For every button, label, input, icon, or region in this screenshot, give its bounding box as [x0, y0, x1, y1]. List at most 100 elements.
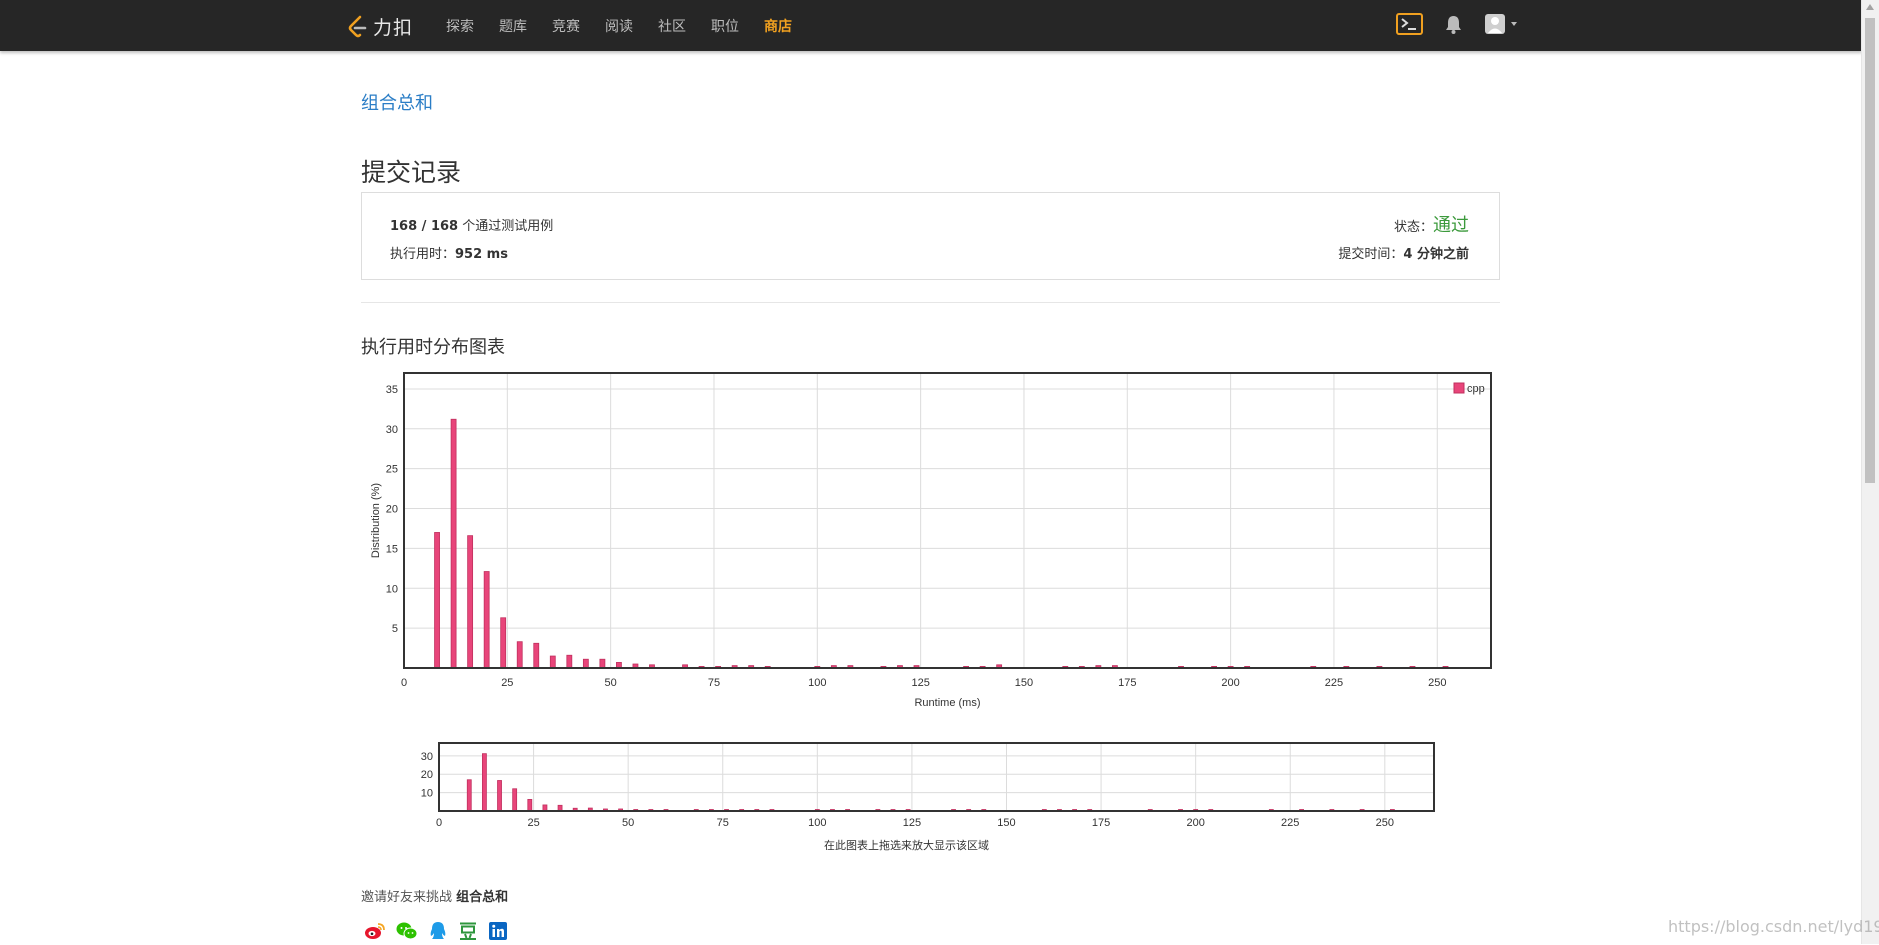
runtime-result: 执行用时：952 ms — [390, 243, 508, 262]
main-bar-36 — [549, 655, 556, 669]
mini-x-tick-200: 200 — [1186, 817, 1204, 829]
main-x-tick-200: 200 — [1221, 677, 1239, 689]
main-y-tick-30: 30 — [386, 424, 398, 436]
page-scrollbar[interactable] — [1861, 0, 1879, 944]
main-chart-x-ticks: 0 25 50 75 100 125 150 175 200 225 250 — [401, 677, 1447, 689]
scroll-thumb[interactable] — [1865, 18, 1875, 483]
main-chart-x-axis-label: Runtime (ms) — [914, 697, 980, 709]
notification-bell-icon[interactable] — [1445, 15, 1462, 34]
main-y-tick-15: 15 — [386, 543, 398, 555]
mini-y-tick-30: 30 — [421, 751, 433, 763]
mini-chart-y-ticks: 10 20 30 — [421, 751, 433, 800]
nav-right — [1396, 13, 1542, 35]
mini-bar-12 — [481, 753, 487, 812]
mini-x-tick-0: 0 — [436, 817, 442, 829]
main-x-tick-225: 225 — [1325, 677, 1343, 689]
main-x-tick-250: 250 — [1428, 677, 1446, 689]
testcase-result: 168 / 168 个通过测试用例 — [390, 215, 553, 234]
main-bar-8 — [434, 532, 440, 669]
main-bar-16 — [467, 535, 474, 669]
main-x-tick-75: 75 — [708, 677, 720, 689]
watermark: https://blog.csdn.net/lyd1995 — [1668, 917, 1879, 936]
main-bar-28 — [516, 641, 523, 669]
main-chart-y-axis-label: Distribution (%) — [370, 483, 382, 558]
main-x-tick-25: 25 — [501, 677, 513, 689]
submit-time-label: 提交时间： — [1338, 247, 1404, 262]
leetcode-logo[interactable]: 力扣 — [347, 13, 413, 40]
nav-jobs[interactable]: 职位 — [711, 16, 739, 36]
count-separator: / — [417, 219, 431, 234]
section-divider — [361, 302, 1500, 303]
passed-count: 168 — [390, 219, 418, 234]
nav-contest[interactable]: 竞赛 — [552, 16, 580, 36]
main-chart-bars — [434, 418, 1449, 669]
user-avatar-icon[interactable] — [1484, 13, 1520, 35]
submit-time: 提交时间：4 分钟之前 — [1338, 243, 1469, 262]
mini-chart-zoom-hint: 在此图表上拖选来放大显示该区域 — [824, 838, 989, 852]
mini-chart-bars — [466, 753, 1395, 812]
nav-community[interactable]: 社区 — [658, 16, 686, 36]
mini-bar-20 — [512, 788, 518, 812]
mini-x-tick-75: 75 — [717, 817, 729, 829]
legend-swatch-cpp — [1453, 382, 1465, 394]
mini-x-tick-150: 150 — [997, 817, 1015, 829]
nav-problems[interactable]: 题库 — [499, 16, 527, 36]
main-bar-44 — [582, 658, 589, 669]
scroll-up-icon[interactable] — [1866, 4, 1874, 10]
mini-bar-24 — [527, 799, 533, 812]
mini-y-tick-10: 10 — [421, 788, 433, 800]
invite-text: 邀请好友来挑战 组合总和 — [361, 886, 508, 905]
main-bar-12 — [450, 418, 457, 669]
main-y-tick-5: 5 — [392, 623, 398, 635]
main-bar-48 — [599, 658, 606, 669]
main-y-tick-20: 20 — [386, 504, 398, 516]
linkedin-icon[interactable] — [488, 921, 508, 945]
main-x-tick-150: 150 — [1015, 677, 1033, 689]
leetcode-logo-icon — [348, 15, 367, 37]
weibo-icon[interactable] — [364, 921, 386, 945]
share-icons — [364, 921, 518, 945]
main-chart-frame — [403, 372, 1492, 669]
playground-icon[interactable] — [1396, 13, 1423, 35]
status-badge[interactable]: 通过 — [1433, 215, 1469, 236]
main-y-tick-35: 35 — [386, 384, 398, 396]
runtime-value: 952 ms — [455, 247, 508, 262]
status-label: 状态： — [1393, 220, 1433, 235]
main-chart-y-ticks: 5 10 15 20 25 30 35 — [386, 384, 398, 635]
main-x-tick-0: 0 — [401, 677, 407, 689]
invite-prefix: 邀请好友来挑战 — [361, 890, 457, 905]
mini-x-tick-100: 100 — [808, 817, 826, 829]
mini-bar-16 — [497, 780, 502, 812]
main-x-tick-100: 100 — [808, 677, 826, 689]
problem-title-link[interactable]: 组合总和 — [361, 89, 433, 115]
douban-icon[interactable] — [458, 921, 478, 945]
runtime-label: 执行用时： — [390, 247, 456, 262]
qq-icon[interactable] — [428, 921, 448, 945]
main-chart-legend[interactable]: cpp — [1453, 382, 1485, 395]
mini-x-tick-25: 25 — [527, 817, 539, 829]
nav-store[interactable]: 商店 — [764, 16, 792, 36]
mini-y-tick-20: 20 — [421, 769, 433, 781]
main-y-tick-10: 10 — [386, 583, 398, 595]
runtime-overview-chart[interactable]: 10 20 30 0 25 50 75 100 125 150 175 200 225 250 在此图表… — [400, 737, 1440, 857]
main-x-tick-125: 125 — [911, 677, 929, 689]
main-bar-24 — [500, 617, 507, 669]
main-y-tick-25: 25 — [386, 464, 398, 476]
submission-summary: 168 / 168 个通过测试用例 执行用时：952 ms 状态：通过 提交时间… — [361, 192, 1500, 280]
nav-reading[interactable]: 阅读 — [605, 16, 633, 36]
invite-problem-name: 组合总和 — [456, 890, 509, 905]
main-chart-grid — [403, 373, 1491, 668]
mini-x-tick-125: 125 — [903, 817, 921, 829]
nav-links: 探索 题库 竞赛 阅读 社区 职位 商店 — [446, 0, 817, 51]
mini-chart-frame — [438, 742, 1435, 812]
page-title: 提交记录 — [361, 158, 462, 187]
mini-x-tick-175: 175 — [1092, 817, 1110, 829]
main-bar-20 — [483, 571, 490, 669]
status-result: 状态：通过 — [1394, 211, 1469, 237]
mini-x-tick-50: 50 — [622, 817, 634, 829]
top-navbar: 力扣 探索 题库 竞赛 阅读 社区 职位 商店 — [0, 0, 1862, 51]
wechat-icon[interactable] — [396, 921, 418, 945]
runtime-distribution-chart[interactable]: 5 10 15 20 25 30 35 0 25 50 75 100 125 150 175 200 225 2… — [361, 368, 1501, 718]
logo-text: 力扣 — [373, 17, 414, 39]
nav-explore[interactable]: 探索 — [446, 16, 474, 36]
